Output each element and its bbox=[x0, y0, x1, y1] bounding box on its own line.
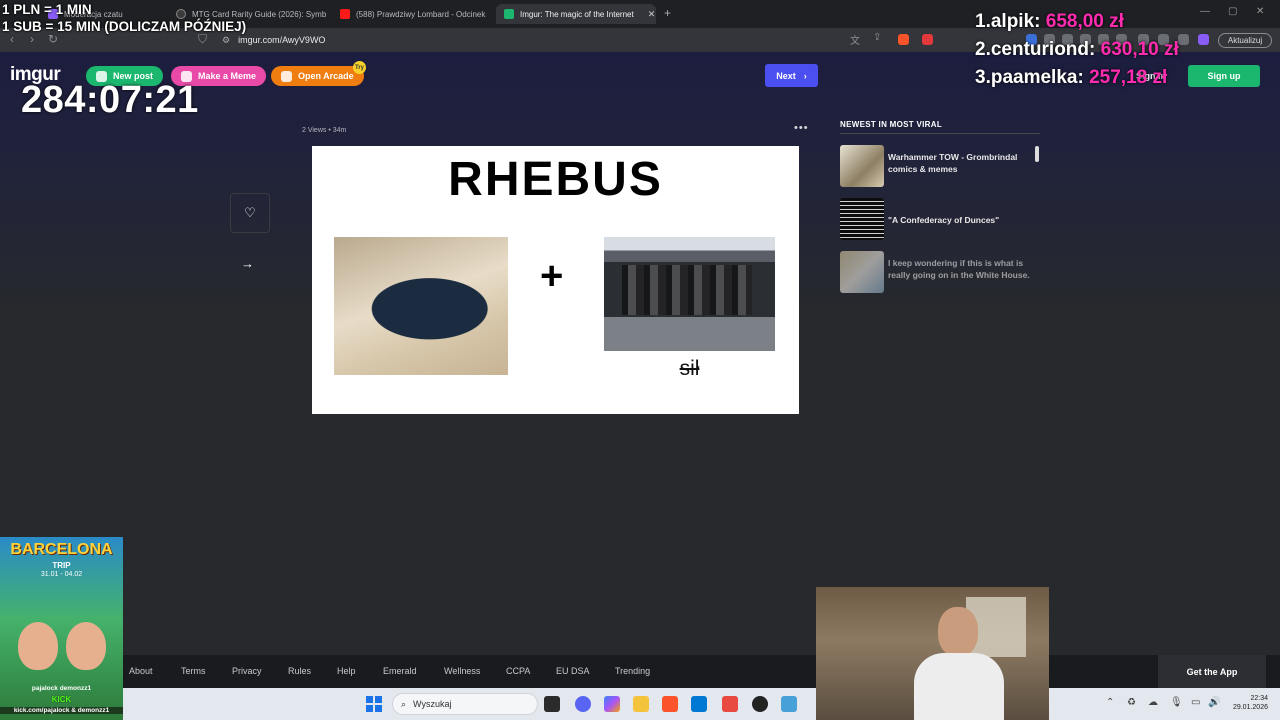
brave-rewards-icon[interactable] bbox=[922, 34, 933, 45]
favorite-button[interactable]: ♡ bbox=[230, 193, 270, 233]
chevron-right-icon: › bbox=[803, 70, 807, 81]
imgur-page: imgur New post Make a Meme Open Arcade T… bbox=[0, 52, 1280, 655]
footer-link-terms[interactable]: Terms bbox=[181, 666, 206, 676]
sidebar-scrollbar[interactable] bbox=[1035, 146, 1039, 162]
tray-app-icon[interactable]: ♻ bbox=[1127, 697, 1136, 708]
share-arrow-icon[interactable]: → bbox=[241, 256, 254, 271]
microphone-icon[interactable]: 🎙 bbox=[1170, 697, 1183, 708]
vpn-icon[interactable] bbox=[1178, 34, 1189, 45]
sidebar-post-item[interactable]: I keep wondering if this is what is real… bbox=[840, 251, 1040, 295]
barcelona-trip-poster: BARCELONA TRIP 31.01 - 04.02 pajalock de… bbox=[0, 537, 123, 720]
leaderboard-row: 3.paamelka: 257,18 zł bbox=[975, 67, 1168, 88]
footer-link-help[interactable]: Help bbox=[337, 666, 356, 676]
footer-link-wellness[interactable]: Wellness bbox=[444, 666, 480, 676]
new-tab-button[interactable]: + bbox=[664, 6, 671, 20]
footer-link-about[interactable]: About bbox=[129, 666, 153, 676]
post-options-icon[interactable]: ••• bbox=[794, 122, 809, 134]
gym-photo bbox=[604, 237, 775, 351]
url-text: imgur.com/AwyV9WO bbox=[238, 35, 326, 45]
store-icon[interactable] bbox=[691, 696, 707, 712]
search-icon: ⌕ bbox=[401, 698, 407, 709]
windows-taskbar: ⌕ Wyszukaj ⌃ ♻ ☁ 🎙 ▭ 🔊 22:34 29.01.2026 bbox=[0, 688, 1280, 720]
share-page-icon[interactable]: ⇪ bbox=[873, 32, 881, 43]
brave-window-icon[interactable] bbox=[722, 696, 738, 712]
network-icon[interactable]: ▭ bbox=[1191, 697, 1200, 708]
maximize-icon[interactable]: ▢ bbox=[1228, 6, 1237, 17]
crater-photo bbox=[334, 237, 508, 375]
imgur-footer: About Terms Privacy Rules Help Emerald W… bbox=[0, 655, 1280, 688]
leaderboard-row: 1.alpik: 658,00 zł bbox=[975, 11, 1124, 32]
donation-leaderboard: 1.alpik: 658,00 zł 2.centuriond: 630,10 … bbox=[975, 8, 1179, 92]
gamepad-icon bbox=[281, 70, 292, 82]
youtube-icon bbox=[340, 9, 350, 19]
footer-link-eu-dsa[interactable]: EU DSA bbox=[556, 666, 590, 676]
post-thumbnail bbox=[840, 145, 884, 187]
post-thumbnail bbox=[840, 198, 884, 240]
subathon-timer: 284:07:21 bbox=[21, 79, 199, 121]
taskbar-clock[interactable]: 22:34 29.01.2026 bbox=[1222, 694, 1268, 712]
profile-icon[interactable] bbox=[1198, 34, 1209, 45]
file-explorer-icon[interactable] bbox=[633, 696, 649, 712]
streamer-face bbox=[18, 622, 58, 670]
post-image: RHEBUS + sił bbox=[312, 146, 799, 414]
site-info-icon[interactable]: ⚙ bbox=[222, 35, 230, 46]
footer-link-trending[interactable]: Trending bbox=[615, 666, 650, 676]
address-bar[interactable]: ⚙ imgur.com/AwyV9WO bbox=[222, 32, 942, 48]
footer-link-emerald[interactable]: Emerald bbox=[383, 666, 417, 676]
tab-imgur[interactable]: Imgur: The magic of the Internet ✕ bbox=[496, 4, 656, 24]
sign-up-button[interactable]: Sign up bbox=[1188, 65, 1260, 87]
close-window-icon[interactable]: ✕ bbox=[1256, 6, 1264, 17]
tray-app-icon[interactable]: ☁ bbox=[1148, 697, 1158, 708]
close-tab-icon[interactable]: ✕ bbox=[648, 9, 656, 20]
task-view-icon[interactable] bbox=[544, 696, 560, 712]
footer-link-rules[interactable]: Rules bbox=[288, 666, 311, 676]
heart-icon: ♡ bbox=[244, 205, 256, 220]
footer-link-privacy[interactable]: Privacy bbox=[232, 666, 262, 676]
sidebar-post-item[interactable]: Warhammer TOW - Grombrindal comics & mem… bbox=[840, 145, 1040, 189]
leaderboard-row: 2.centuriond: 630,10 zł bbox=[975, 39, 1179, 60]
plus-sign: + bbox=[540, 254, 564, 298]
discord-icon[interactable] bbox=[575, 696, 591, 712]
copilot-icon[interactable] bbox=[604, 696, 620, 712]
sidebar-title: NEWEST IN MOST VIRAL bbox=[840, 120, 942, 129]
streamer-face bbox=[66, 622, 106, 670]
next-post-button[interactable]: Next › bbox=[765, 64, 818, 87]
update-browser-button[interactable]: Aktualizuj bbox=[1218, 33, 1272, 48]
sidebar-post-item[interactable]: "A Confederacy of Dunces" bbox=[840, 198, 1040, 242]
open-arcade-button[interactable]: Open Arcade bbox=[271, 66, 364, 86]
sidebar-divider bbox=[840, 133, 1040, 134]
rebus-title: RHEBUS bbox=[448, 153, 663, 206]
brave-icon[interactable] bbox=[662, 696, 678, 712]
tray-chevron-icon[interactable]: ⌃ bbox=[1106, 697, 1114, 708]
webcam-feed bbox=[816, 587, 1049, 720]
tab-youtube-lombard[interactable]: (588) Prawdziwy Lombard - Odcinek bbox=[332, 4, 492, 24]
imgur-favicon-icon bbox=[504, 9, 514, 19]
post-meta: 2 Views • 34m bbox=[302, 127, 347, 134]
obs-icon[interactable] bbox=[752, 696, 768, 712]
taskbar-search[interactable]: ⌕ Wyszukaj bbox=[392, 693, 538, 715]
windows-start-icon[interactable] bbox=[366, 696, 382, 712]
app-icon[interactable] bbox=[781, 696, 797, 712]
arcade-badge: Try bbox=[353, 61, 366, 74]
streamer-webcam bbox=[914, 607, 1004, 720]
struck-word: sił bbox=[679, 357, 700, 380]
post-thumbnail bbox=[840, 251, 884, 293]
volume-icon[interactable]: 🔊 bbox=[1208, 697, 1220, 708]
donation-rates-overlay: 1 PLN = 1 MIN 1 SUB = 15 MIN (DOLICZAM P… bbox=[2, 2, 247, 34]
minimize-icon[interactable]: — bbox=[1200, 6, 1210, 17]
translate-icon[interactable]: 文 bbox=[850, 32, 860, 47]
get-app-button[interactable]: Get the App bbox=[1158, 655, 1266, 688]
footer-link-ccpa[interactable]: CCPA bbox=[506, 666, 530, 676]
brave-shield-icon[interactable] bbox=[898, 34, 909, 45]
